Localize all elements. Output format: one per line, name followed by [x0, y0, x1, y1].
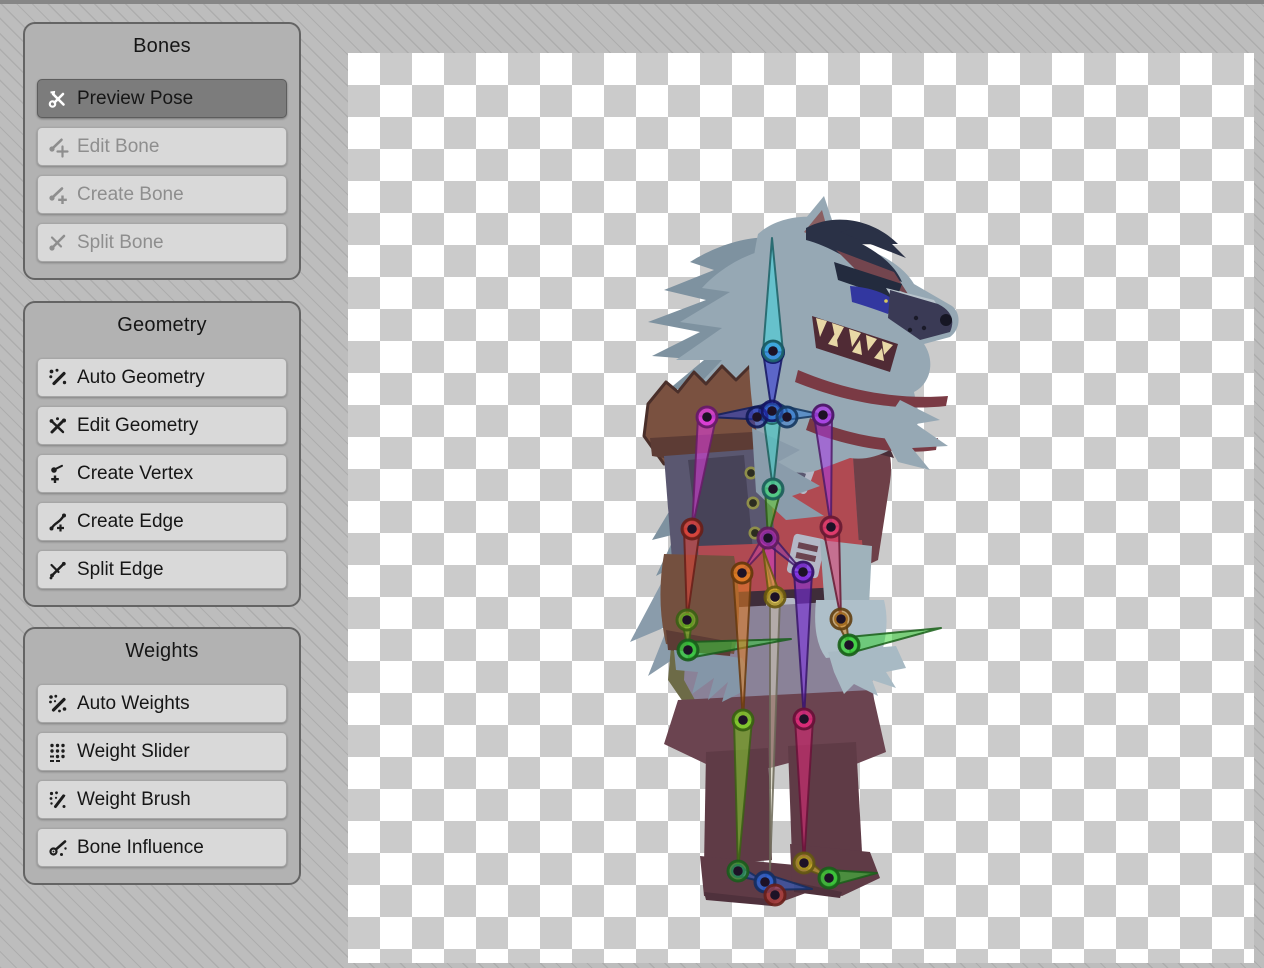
weight-brush-label: Weight Brush [77, 789, 191, 811]
edit-geometry-label: Edit Geometry [77, 415, 198, 437]
bones-panel: Bones Preview Pose Edit Bone Create Bone… [23, 22, 301, 280]
create-vertex-label: Create Vertex [77, 463, 193, 485]
joint-center-hip-left [737, 568, 747, 578]
joint-center-shoulder-right [818, 410, 828, 420]
geometry-button-column: Auto Geometry Edit Geometry Create Verte… [37, 358, 287, 589]
auto-weights-button[interactable]: Auto Weights [37, 684, 287, 723]
edit-geometry-icon [46, 414, 70, 438]
canvas-scene [348, 53, 1254, 963]
weight-slider-button[interactable]: Weight Slider [37, 732, 287, 771]
split-bone-label: Split Bone [77, 232, 164, 254]
joint-center-hand-right [844, 640, 854, 650]
joint-center-foot-mid-right [824, 873, 834, 883]
joint-center-foot-mid-left [760, 877, 770, 887]
split-edge-icon [46, 558, 70, 582]
preview-pose-button[interactable]: Preview Pose [37, 79, 287, 118]
joint-center-chest-center [767, 406, 777, 416]
joint-center-neck [768, 346, 778, 356]
joint-center-knee-left [738, 715, 748, 725]
preview-pose-label: Preview Pose [77, 88, 193, 110]
split-bone-icon [46, 231, 70, 255]
weights-panel: Weights Auto Weights Weight Slider Weigh… [23, 627, 301, 885]
edit-bone-label: Edit Bone [77, 136, 159, 158]
split-edge-label: Split Edge [77, 559, 164, 581]
sprite-canvas[interactable] [348, 53, 1254, 963]
auto-geometry-label: Auto Geometry [77, 367, 205, 389]
edit-geometry-button[interactable]: Edit Geometry [37, 406, 287, 445]
weight-brush-button[interactable]: Weight Brush [37, 780, 287, 819]
create-bone-icon [46, 183, 70, 207]
joint-center-shoulder-left [702, 412, 712, 422]
joint-center-ankle-right [799, 858, 809, 868]
weight-slider-icon [46, 740, 70, 764]
create-edge-icon [46, 510, 70, 534]
character-sprite [630, 196, 959, 906]
auto-geometry-icon [46, 366, 70, 390]
create-vertex-button[interactable]: Create Vertex [37, 454, 287, 493]
bone-influence-button[interactable]: Bone Influence [37, 828, 287, 867]
joint-center-wrist-left [682, 615, 692, 625]
create-bone-label: Create Bone [77, 184, 184, 206]
bones-panel-title: Bones [25, 35, 299, 58]
edit-bone-icon [46, 135, 70, 159]
create-edge-label: Create Edge [77, 511, 184, 533]
split-bone-button[interactable]: Split Bone [37, 223, 287, 262]
bone-influence-icon [46, 836, 70, 860]
weights-panel-title: Weights [25, 640, 299, 663]
window-top-edge [0, 0, 1264, 4]
joint-center-spine-mid [768, 484, 778, 494]
joint-center-chest-left [752, 412, 762, 422]
create-bone-button[interactable]: Create Bone [37, 175, 287, 214]
auto-weights-icon [46, 692, 70, 716]
auto-weights-label: Auto Weights [77, 693, 190, 715]
joint-center-knee-right [799, 714, 809, 724]
skinning-editor-window: { "app": { "name": "2D Skinning Editor",… [0, 0, 1264, 968]
joint-center-elbow-right [826, 522, 836, 532]
weight-brush-icon [46, 788, 70, 812]
joint-center-wrist-right [836, 614, 846, 624]
auto-geometry-button[interactable]: Auto Geometry [37, 358, 287, 397]
split-edge-button[interactable]: Split Edge [37, 550, 287, 589]
create-edge-button[interactable]: Create Edge [37, 502, 287, 541]
joint-center-pelvis [763, 533, 773, 543]
joint-center-ankle-left [733, 866, 743, 876]
preview-pose-icon [46, 87, 70, 111]
bone-influence-label: Bone Influence [77, 837, 204, 859]
bones-button-column: Preview Pose Edit Bone Create Bone Split… [37, 79, 287, 262]
joint-center-hip-right [798, 567, 808, 577]
geometry-panel-title: Geometry [25, 314, 299, 337]
edit-bone-button[interactable]: Edit Bone [37, 127, 287, 166]
create-vertex-icon [46, 462, 70, 486]
joint-center-elbow-left [687, 524, 697, 534]
joint-center-chest-right [782, 412, 792, 422]
geometry-panel: Geometry Auto Geometry Edit Geometry Cre… [23, 301, 301, 607]
joint-center-tail-base [770, 592, 780, 602]
weight-slider-label: Weight Slider [77, 741, 190, 763]
joint-center-hand-left [683, 645, 693, 655]
weights-button-column: Auto Weights Weight Slider Weight Brush … [37, 684, 287, 867]
joint-center-toe-left [770, 890, 780, 900]
